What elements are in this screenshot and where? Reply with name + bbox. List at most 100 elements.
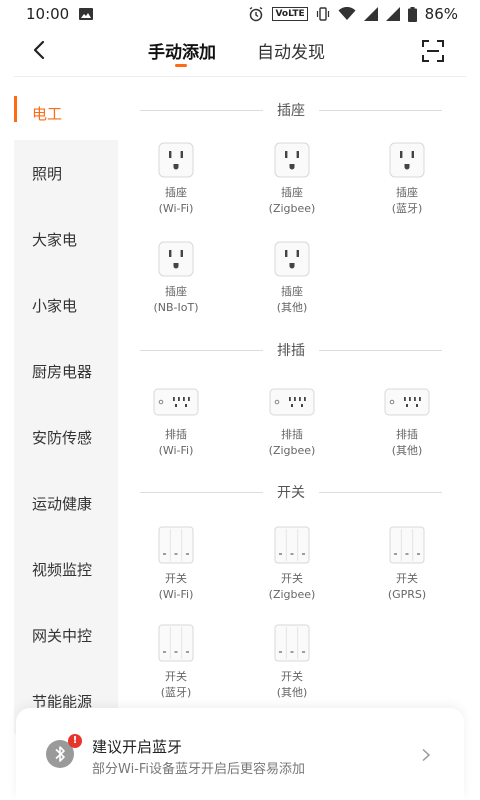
section-title: 排插 <box>277 343 305 359</box>
device-protocol: (其他) <box>391 444 423 457</box>
device-protocol: (Zigbee) <box>268 444 316 457</box>
sidebar-item-label: 安防传感 <box>32 428 93 447</box>
power-strip-icon <box>153 388 199 416</box>
battery-level: 86% <box>424 5 458 23</box>
device-protocol: (其他) <box>276 301 308 314</box>
status-time: 10:00 <box>26 5 70 23</box>
sidebar-item-label: 厨房电器 <box>32 362 93 381</box>
alert-badge: ! <box>68 734 82 748</box>
status-bar: 10:00 VoLTE 86% <box>0 0 480 28</box>
socket-icon <box>389 142 425 178</box>
alarm-icon <box>250 6 263 22</box>
bluetooth-prompt-card[interactable]: ! 建议开启蓝牙 部分Wi-Fi设备蓝牙开启后更容易添加 <box>16 708 464 800</box>
device-name: 排插 <box>281 428 303 441</box>
volte-badge: VoLTE <box>272 7 308 21</box>
device-switch-wifi[interactable]: 开关 (Wi-Fi) <box>128 526 224 616</box>
device-switch-other[interactable]: 开关 (其他) <box>244 624 340 714</box>
device-name: 插座 <box>165 186 187 199</box>
switch-icon <box>274 624 310 662</box>
sidebar-item-label: 视频监控 <box>32 560 93 579</box>
gallery-icon <box>79 8 94 20</box>
switch-icon <box>274 526 310 564</box>
device-protocol: (Wi-Fi) <box>158 588 194 601</box>
section-header-power-strip: 排插 <box>140 339 442 361</box>
device-socket-nbiot[interactable]: 插座 (NB-IoT) <box>128 241 224 331</box>
signal-icon <box>363 7 378 21</box>
sidebar-item-label: 电工 <box>32 104 63 123</box>
sidebar-item-label: 运动健康 <box>32 494 93 513</box>
power-strip-icon <box>384 388 430 416</box>
switch-icon <box>389 526 425 564</box>
section-title: 插座 <box>277 103 305 119</box>
header-divider <box>14 76 466 77</box>
device-name: 插座 <box>281 186 303 199</box>
device-socket-other[interactable]: 插座 (其他) <box>244 241 340 331</box>
device-socket-zigbee[interactable]: 插座 (Zigbee) <box>244 142 340 232</box>
device-protocol: (蓝牙) <box>160 686 192 699</box>
device-protocol: (Zigbee) <box>268 202 316 215</box>
device-name: 开关 <box>165 572 187 585</box>
device-socket-bluetooth[interactable]: 插座 (蓝牙) <box>359 142 455 232</box>
socket-icon <box>158 241 194 277</box>
device-protocol: (GPRS) <box>387 588 427 601</box>
section-title: 开关 <box>277 485 305 501</box>
sidebar-item-electrician[interactable]: 电工 <box>14 80 118 146</box>
chevron-right-icon[interactable] <box>420 748 432 762</box>
device-protocol: (Wi-Fi) <box>158 444 194 457</box>
device-name: 开关 <box>281 670 303 683</box>
device-power-strip-wifi[interactable]: 排插 (Wi-Fi) <box>128 386 224 476</box>
switch-icon <box>158 526 194 564</box>
scan-icon[interactable] <box>420 38 446 64</box>
sidebar-item-small-appliances[interactable]: 小家电 <box>14 272 118 338</box>
socket-icon <box>274 142 310 178</box>
tab-manual-add[interactable]: 手动添加 <box>148 38 216 63</box>
device-name: 插座 <box>281 285 303 298</box>
device-socket-wifi[interactable]: 插座 (Wi-Fi) <box>128 142 224 232</box>
sidebar-item-kitchen[interactable]: 厨房电器 <box>14 338 118 404</box>
sidebar-item-label: 网关中控 <box>32 626 93 645</box>
category-sidebar: 电工 照明 大家电 小家电 厨房电器 安防传感 运动健康 视频监控 网关中控 节… <box>14 80 118 734</box>
device-list: 插座 插座 (Wi-Fi) 插座 (Zigbee) 插座 (蓝牙) 插座 (NB… <box>120 80 466 720</box>
socket-icon <box>158 142 194 178</box>
device-protocol: (Wi-Fi) <box>158 202 194 215</box>
device-name: 排插 <box>396 428 418 441</box>
sidebar-item-label: 大家电 <box>32 230 78 249</box>
battery-icon <box>407 6 417 22</box>
signal-icon-2 <box>385 7 400 21</box>
device-power-strip-other[interactable]: 排插 (其他) <box>359 386 455 476</box>
device-switch-gprs[interactable]: 开关 (GPRS) <box>359 526 455 616</box>
device-switch-zigbee[interactable]: 开关 (Zigbee) <box>244 526 340 616</box>
back-arrow-icon[interactable] <box>28 38 52 62</box>
sidebar-item-large-appliances[interactable]: 大家电 <box>14 206 118 272</box>
switch-icon <box>158 624 194 662</box>
device-name: 开关 <box>396 572 418 585</box>
socket-icon <box>274 241 310 277</box>
nav-bar: 手动添加 自动发现 <box>0 28 480 74</box>
device-protocol: (Zigbee) <box>268 588 316 601</box>
bluetooth-prompt-subtitle: 部分Wi-Fi设备蓝牙开启后更容易添加 <box>92 762 306 777</box>
sidebar-item-label: 小家电 <box>32 296 78 315</box>
device-name: 插座 <box>396 186 418 199</box>
sidebar-item-security[interactable]: 安防传感 <box>14 404 118 470</box>
section-header-socket: 插座 <box>140 99 442 121</box>
device-switch-bluetooth[interactable]: 开关 (蓝牙) <box>128 624 224 714</box>
device-name: 插座 <box>165 285 187 298</box>
power-strip-icon <box>269 388 315 416</box>
wifi-icon <box>338 7 356 20</box>
sidebar-item-lighting[interactable]: 照明 <box>14 140 118 206</box>
vibrate-icon <box>316 7 329 21</box>
sidebar-item-fitness[interactable]: 运动健康 <box>14 470 118 536</box>
device-protocol: (NB-IoT) <box>153 301 199 314</box>
device-power-strip-zigbee[interactable]: 排插 (Zigbee) <box>244 386 340 476</box>
device-protocol: (蓝牙) <box>391 202 423 215</box>
device-name: 开关 <box>165 670 187 683</box>
section-header-switch: 开关 <box>140 481 442 503</box>
sidebar-item-video[interactable]: 视频监控 <box>14 536 118 602</box>
tab-auto-discover[interactable]: 自动发现 <box>257 38 325 63</box>
device-name: 开关 <box>281 572 303 585</box>
sidebar-item-gateway[interactable]: 网关中控 <box>14 602 118 668</box>
bluetooth-prompt-title: 建议开启蓝牙 <box>92 738 183 756</box>
sidebar-item-label: 照明 <box>32 164 63 183</box>
device-name: 排插 <box>165 428 187 441</box>
device-protocol: (其他) <box>276 686 308 699</box>
